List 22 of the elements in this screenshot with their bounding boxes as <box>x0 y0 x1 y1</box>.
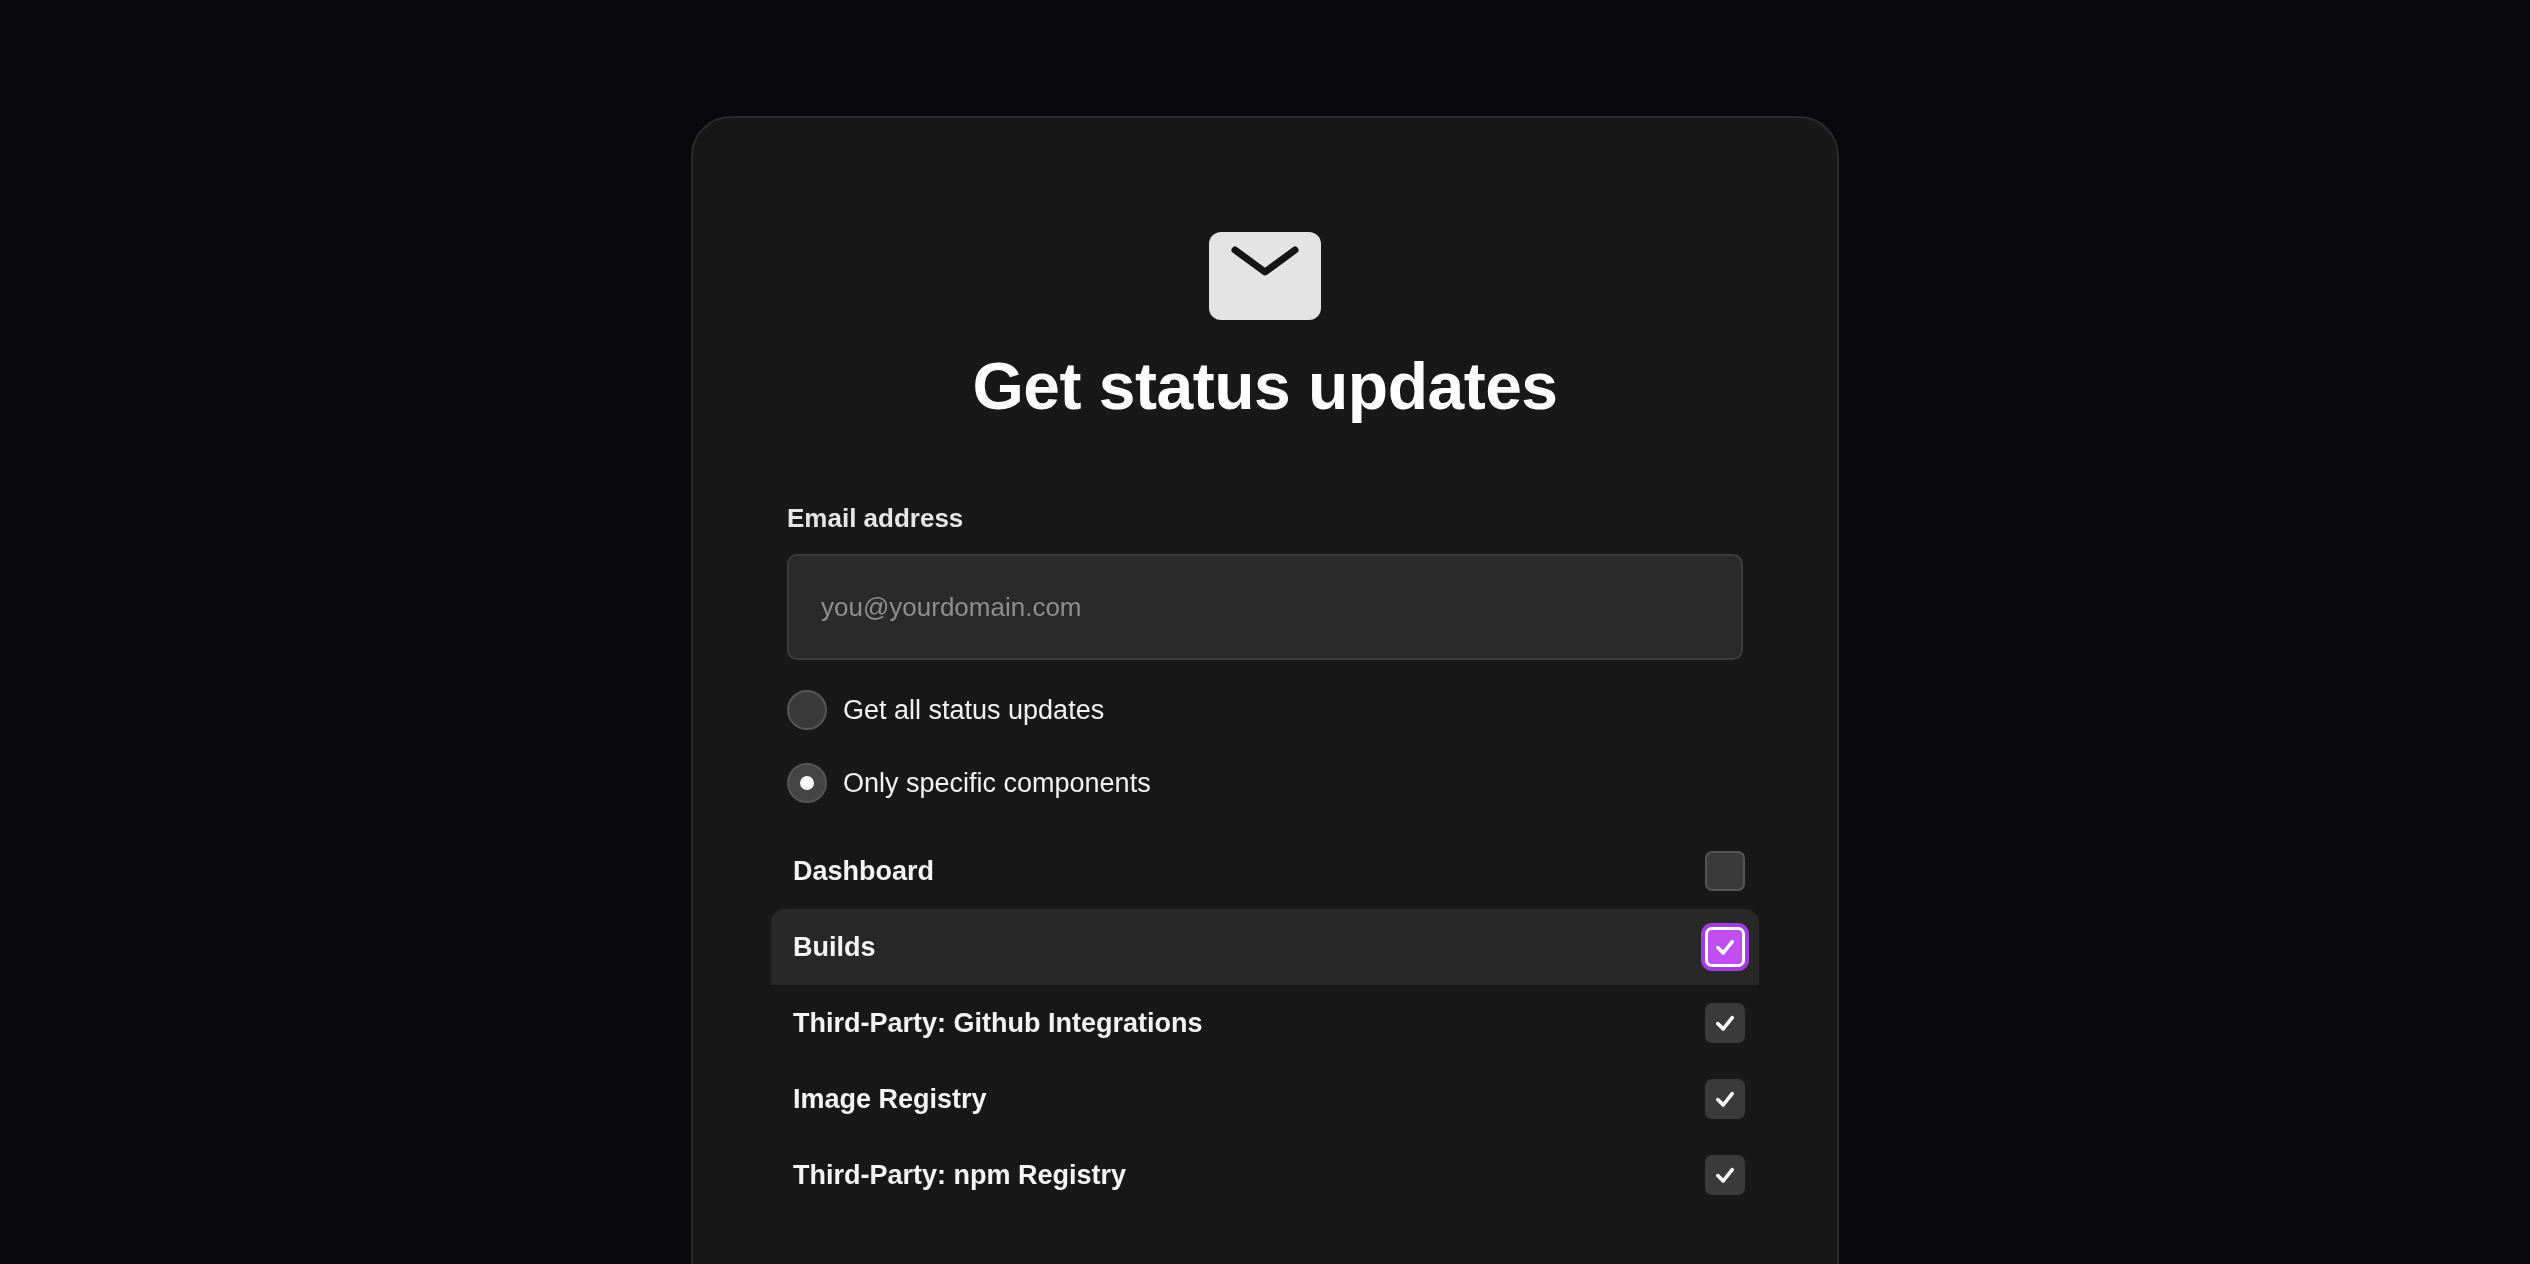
component-name: Dashboard <box>793 855 935 887</box>
component-name: Third-Party: npm Registry <box>793 1159 1127 1191</box>
component-row[interactable]: Third-Party: Github Integrations <box>771 985 1759 1061</box>
page-title: Get status updates <box>972 348 1558 425</box>
checkbox[interactable] <box>1705 1079 1745 1119</box>
component-name: Third-Party: Github Integrations <box>793 1007 1203 1039</box>
radio-label: Only specific components <box>843 767 1151 799</box>
radio-button[interactable] <box>787 763 827 803</box>
radio-button[interactable] <box>787 690 827 730</box>
checkbox[interactable] <box>1705 1003 1745 1043</box>
component-row[interactable]: Builds <box>771 909 1759 985</box>
component-row[interactable]: Third-Party: npm Registry <box>771 1137 1759 1213</box>
field-label: Email address <box>787 502 965 535</box>
checkbox[interactable] <box>1705 851 1745 891</box>
checkbox[interactable] <box>1705 1155 1745 1195</box>
component-name: Builds <box>793 931 876 963</box>
component-row[interactable]: Image Registry <box>771 1061 1759 1137</box>
component-row[interactable]: Dashboard <box>771 833 1759 909</box>
component-name: Image Registry <box>793 1083 987 1115</box>
email-field[interactable]: you@yourdomain.com <box>787 554 1743 660</box>
radio-label: Get all status updates <box>843 694 1105 726</box>
envelope-icon <box>1209 232 1321 320</box>
